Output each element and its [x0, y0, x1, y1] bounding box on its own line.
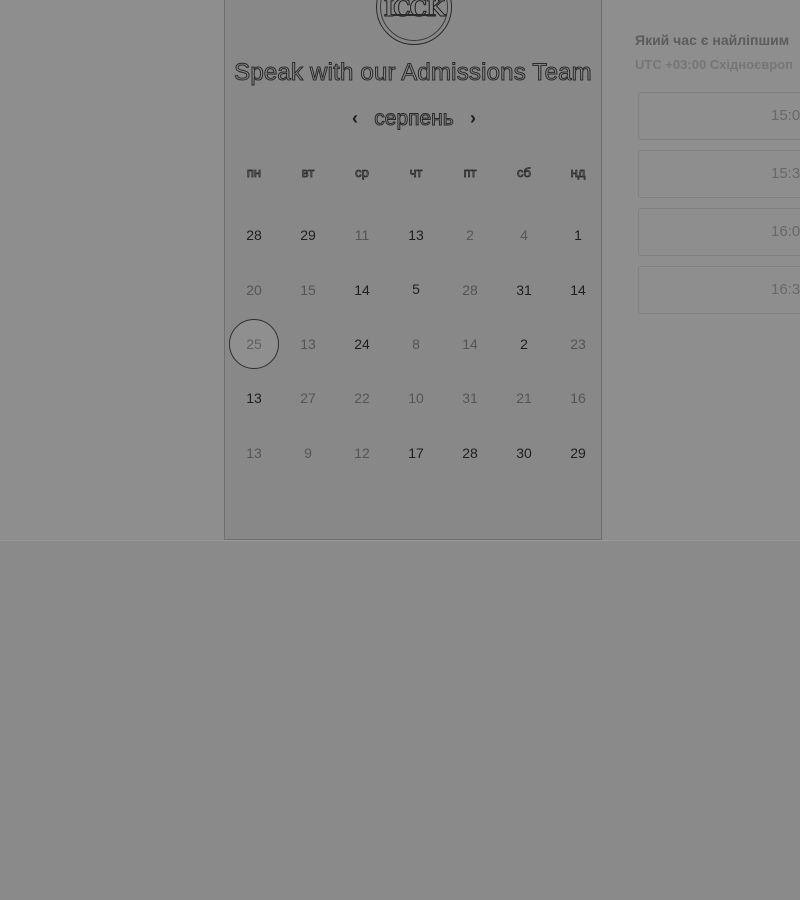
calendar-day[interactable]: 31 — [450, 378, 490, 418]
calendar-day[interactable]: 29 — [558, 433, 598, 473]
calendar-day[interactable]: 24 — [342, 324, 382, 364]
calendar-day[interactable]: 28 — [450, 270, 490, 310]
calendar-day[interactable]: 4 — [504, 215, 544, 255]
calendar-day[interactable]: 13 — [234, 433, 274, 473]
calendar-day[interactable]: 14 — [558, 270, 598, 310]
calendar-day[interactable]: 23 — [558, 324, 598, 364]
calendar-day[interactable]: 13 — [234, 378, 274, 418]
time-slot-label: 16:3 — [771, 281, 800, 298]
calendar-day[interactable]: 28 — [234, 215, 274, 255]
weekday-fri: пт — [463, 165, 477, 181]
time-slot-label: 15:0 — [771, 107, 800, 124]
calendar-day[interactable]: 11 — [342, 215, 382, 255]
time-slot-label: 15:3 — [771, 165, 800, 182]
calendar-day[interactable]: 9 — [288, 433, 328, 473]
chevron-right-icon[interactable]: › — [463, 105, 483, 131]
chevron-left-icon[interactable]: ‹ — [345, 105, 365, 131]
calendar-day[interactable]: 27 — [288, 378, 328, 418]
weekday-sat: сб — [517, 165, 532, 181]
calendar-day[interactable]: 15 — [288, 270, 328, 310]
calendar-day[interactable]: 2 — [504, 324, 544, 364]
calendar-day[interactable]: 31 — [504, 270, 544, 310]
weekday-thu: чт — [409, 165, 423, 181]
calendar-day[interactable]: 10 — [396, 378, 436, 418]
time-slot-button[interactable]: 16:3 — [638, 266, 800, 314]
time-slot-button[interactable]: 15:3 — [638, 150, 800, 198]
calendar-day[interactable]: 1 — [558, 215, 598, 255]
weekday-tue: вт — [301, 165, 315, 181]
calendar-panel: ICCK Speak with our Admissions Team ‹ се… — [224, 0, 602, 540]
time-selection-panel: Який час є найліпшим UTC +03:00 Східноєв… — [635, 28, 800, 76]
overlay-backdrop — [0, 541, 800, 900]
logo-underline — [393, 14, 435, 16]
time-slot-button[interactable]: 16:0 — [638, 208, 800, 256]
time-slot-label: 16:0 — [771, 223, 800, 240]
calendar-day[interactable]: 22 — [342, 378, 382, 418]
logo-text: ICCK — [383, 0, 445, 23]
calendar-day[interactable]: 13 — [288, 324, 328, 364]
calendar-day[interactable]: 16 — [558, 378, 598, 418]
month-label: серпень — [374, 107, 454, 131]
scheduler-title: Speak with our Admissions Team — [234, 59, 593, 87]
calendar-day[interactable]: 13 — [396, 215, 436, 255]
calendar-day[interactable]: 17 — [396, 433, 436, 473]
calendar-day[interactable]: 28 — [450, 433, 490, 473]
calendar-day[interactable]: 2 — [450, 215, 490, 255]
weekday-sun: нд — [570, 165, 586, 181]
brand-logo: ICCK — [376, 0, 452, 45]
calendar-day[interactable]: 5 — [396, 269, 436, 309]
calendar-day[interactable]: 14 — [450, 324, 490, 364]
calendar-day[interactable]: 8 — [396, 324, 436, 364]
calendar-day[interactable]: 14 — [342, 270, 382, 310]
time-question: Який час є найліпшим — [635, 32, 790, 48]
calendar-day[interactable]: 12 — [342, 433, 382, 473]
calendar-day[interactable]: 30 — [504, 433, 544, 473]
time-slot-button[interactable]: 15:0 — [638, 92, 800, 140]
selected-calendar-day[interactable]: 25 — [229, 319, 279, 369]
calendar-day[interactable]: 29 — [288, 215, 328, 255]
calendar-day[interactable]: 20 — [234, 270, 274, 310]
weekday-wed: ср — [355, 165, 370, 181]
weekday-mon: пн — [246, 165, 262, 181]
timezone-selector[interactable]: UTC +03:00 Східноєвроп — [635, 54, 800, 76]
month-navigation: ‹ серпень › — [225, 105, 601, 135]
calendar-day[interactable]: 21 — [504, 378, 544, 418]
